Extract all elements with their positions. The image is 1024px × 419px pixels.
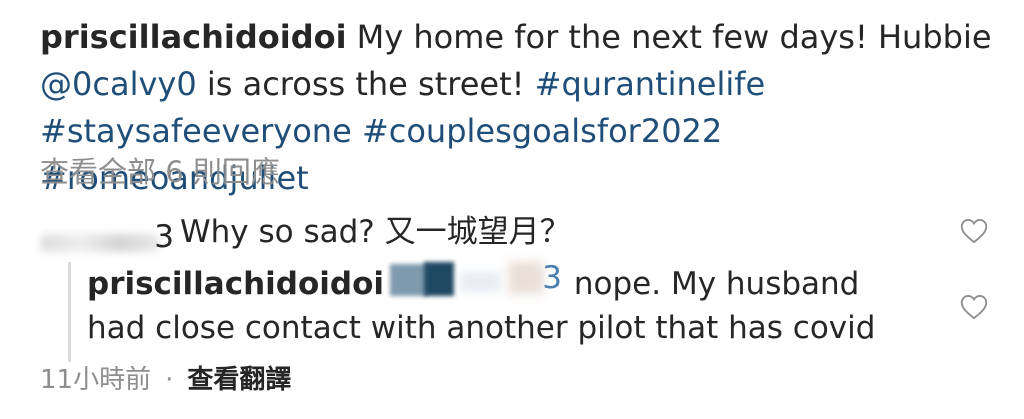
comment-username-tail: 3: [154, 218, 174, 255]
reply-mention-blurred[interactable]: 3: [390, 260, 562, 298]
comment-text: Why so sad? 又一城望月？: [180, 214, 571, 250]
hashtag-couplesgoalsfor2022[interactable]: #couplesgoalsfor2022: [362, 112, 722, 150]
comment-timestamp: 11小時前: [40, 365, 152, 395]
blur-redaction: [390, 264, 429, 296]
caption-text-after: is across the street!: [196, 65, 535, 103]
reply-username[interactable]: priscillachidoidoi: [87, 266, 384, 302]
caption-username[interactable]: priscillachidoidoi: [40, 18, 347, 56]
heart-outline-icon[interactable]: [960, 294, 988, 320]
reply-mention-tail: 3: [542, 260, 563, 296]
caption-text-before: My home for the next few days! Hubbie: [356, 18, 992, 56]
heart-outline-icon[interactable]: [960, 218, 988, 244]
see-translation-link[interactable]: 查看翻譯: [187, 365, 291, 395]
hashtag-qurantinelife[interactable]: #qurantinelife: [535, 65, 766, 103]
comment: 3 Why so sad? 又一城望月？: [40, 209, 1000, 259]
blur-redaction: [460, 272, 501, 292]
reply-comment: priscillachidoidoi 3 nope. My husband ha…: [87, 260, 897, 350]
view-all-comments-link[interactable]: 查看全部 6 則回應: [40, 152, 280, 192]
comment-username-blurred[interactable]: 3: [40, 214, 174, 255]
hashtag-staysafeeveryone[interactable]: #staysafeeveryone: [40, 112, 352, 150]
caption-mention[interactable]: @0calvy0: [40, 65, 197, 103]
comment-meta: 11小時前 · 查看翻譯: [40, 360, 291, 400]
blur-redaction: [40, 233, 160, 252]
meta-separator: ·: [165, 365, 174, 395]
reply-thread: priscillachidoidoi 3 nope. My husband ha…: [68, 260, 927, 362]
blur-redaction: [424, 262, 455, 296]
blur-redaction: [508, 262, 545, 294]
